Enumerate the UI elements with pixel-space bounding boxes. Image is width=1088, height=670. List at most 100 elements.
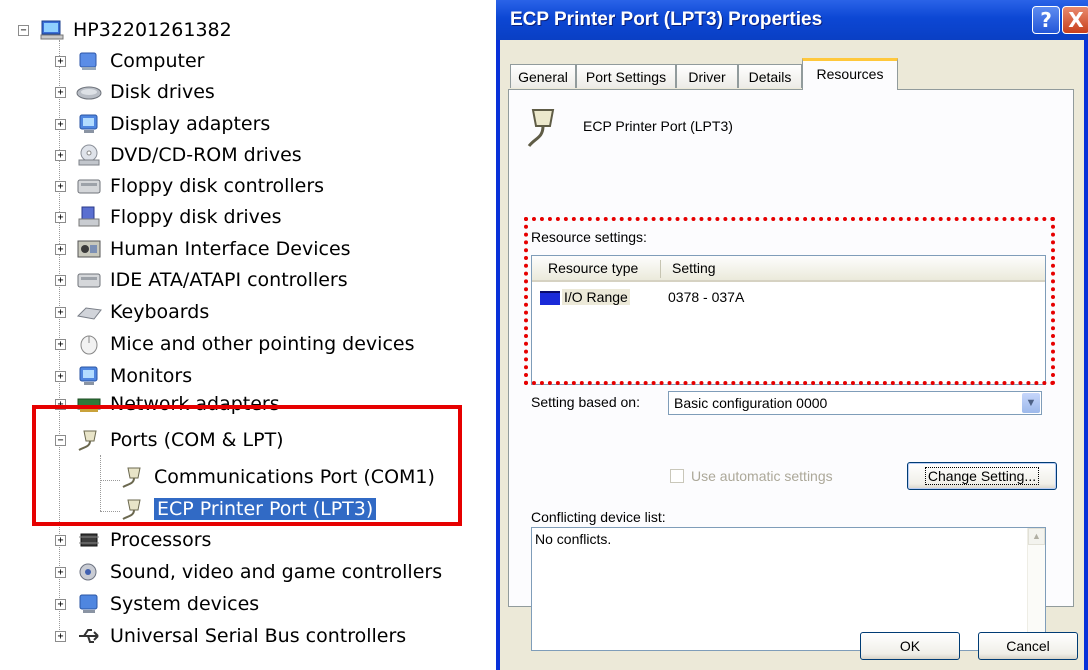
tab-details[interactable]: Details <box>738 64 802 88</box>
computer-root-icon <box>39 19 65 41</box>
hid-icon <box>76 238 102 260</box>
expand-icon[interactable]: + <box>55 55 66 67</box>
expand-icon[interactable]: + <box>55 398 66 410</box>
tree-item-label: Sound, video and game controllers <box>110 561 443 583</box>
tree-item-label: Monitors <box>110 365 193 387</box>
tree-item-disk-drives[interactable]: + Disk drives <box>55 78 215 106</box>
resource-setting-cell: 0378 - 037A <box>668 289 745 305</box>
expand-icon[interactable]: + <box>55 630 66 642</box>
setting-based-on-label: Setting based on: <box>531 394 640 410</box>
tree-item-floppy-drives[interactable]: + Floppy disk drives <box>55 203 282 231</box>
title-bar[interactable]: ECP Printer Port (LPT3) Properties ? X <box>496 0 1088 40</box>
scroll-up-icon[interactable]: ▲ <box>1028 528 1045 545</box>
ide-controller-icon <box>76 269 102 291</box>
tree-item-label: Computer <box>110 50 205 72</box>
tree-item-label: Floppy disk drives <box>110 206 282 228</box>
port-icon <box>120 466 146 488</box>
cdrom-icon <box>76 144 102 166</box>
tree-item-label: Communications Port (COM1) <box>154 466 435 488</box>
monitor-icon <box>76 365 102 387</box>
cancel-button[interactable]: Cancel <box>978 632 1078 660</box>
expand-icon[interactable]: + <box>55 180 66 192</box>
conflict-list[interactable]: No conflicts. ▲ ▼ <box>531 527 1046 651</box>
tree-item-ide-controllers[interactable]: + IDE ATA/ATAPI controllers <box>55 266 348 294</box>
tree-item-usb[interactable]: + Universal Serial Bus controllers <box>55 622 406 650</box>
expand-icon[interactable]: + <box>55 534 66 546</box>
tab-resources[interactable]: Resources <box>802 58 898 90</box>
use-automatic-label: Use automatic settings <box>691 468 833 484</box>
chevron-down-icon[interactable]: ▼ <box>1022 393 1040 413</box>
tree-item-mice[interactable]: + Mice and other pointing devices <box>55 330 414 358</box>
collapse-icon[interactable]: − <box>55 434 66 446</box>
tree-item-ports[interactable]: − Ports (COM & LPT) <box>55 426 284 454</box>
tree-root[interactable]: − HP32201261382 <box>18 16 232 44</box>
dialog-client: General Port Settings Driver Details Res… <box>500 40 1084 670</box>
processor-icon <box>76 529 102 551</box>
properties-dialog: ECP Printer Port (LPT3) Properties ? X G… <box>496 0 1088 670</box>
expand-icon[interactable]: + <box>55 306 66 318</box>
device-tree: − HP32201261382 + Computer + Disk drives… <box>0 0 490 670</box>
io-range-icon <box>540 291 560 305</box>
tab-port-settings[interactable]: Port Settings <box>576 64 676 88</box>
expand-icon[interactable]: + <box>55 274 66 286</box>
expand-icon[interactable]: + <box>55 598 66 610</box>
tree-item-label-selected: ECP Printer Port (LPT3) <box>154 498 377 520</box>
help-button[interactable]: ? <box>1032 6 1060 34</box>
setting-based-on-dropdown[interactable]: Basic configuration 0000 ▼ <box>668 391 1042 415</box>
column-divider[interactable] <box>660 260 661 278</box>
tree-item-floppy-controllers[interactable]: + Floppy disk controllers <box>55 172 324 200</box>
tree-item-dvd-cdrom[interactable]: + DVD/CD-ROM drives <box>55 141 302 169</box>
port-icon <box>120 498 146 520</box>
expand-icon[interactable]: + <box>55 370 66 382</box>
usb-icon <box>76 625 102 647</box>
tab-driver[interactable]: Driver <box>676 64 738 88</box>
column-header-resource-type[interactable]: Resource type <box>548 260 638 276</box>
resource-list-header: Resource type Setting <box>532 256 1045 282</box>
tree-item-lpt3[interactable]: ECP Printer Port (LPT3) <box>120 495 377 523</box>
dialog-title: ECP Printer Port (LPT3) Properties <box>510 9 823 30</box>
table-row[interactable]: I/O Range 0378 - 037A <box>532 286 1045 310</box>
conflicting-device-label: Conflicting device list: <box>531 509 666 525</box>
resource-list[interactable]: Resource type Setting I/O Range 0378 - 0… <box>531 255 1046 385</box>
ok-button[interactable]: OK <box>860 632 960 660</box>
tree-item-com1[interactable]: Communications Port (COM1) <box>120 463 435 491</box>
column-header-setting[interactable]: Setting <box>672 260 716 276</box>
expand-icon[interactable]: + <box>55 211 66 223</box>
sound-icon <box>76 561 102 583</box>
system-device-icon <box>76 593 102 615</box>
tree-item-system-devices[interactable]: + System devices <box>55 590 259 618</box>
close-button[interactable]: X <box>1062 6 1088 34</box>
collapse-icon[interactable]: − <box>18 24 29 36</box>
expand-icon[interactable]: + <box>55 338 66 350</box>
tree-item-network-adapters[interactable]: + Network adapters <box>55 394 280 414</box>
tree-item-sound[interactable]: + Sound, video and game controllers <box>55 558 442 586</box>
tree-item-processors[interactable]: + Processors <box>55 526 211 554</box>
floppy-icon <box>76 206 102 228</box>
expand-icon[interactable]: + <box>55 566 66 578</box>
device-name: ECP Printer Port (LPT3) <box>583 118 733 134</box>
tab-general[interactable]: General <box>510 64 576 88</box>
change-setting-label: Change Setting... <box>924 467 1040 485</box>
expand-icon[interactable]: + <box>55 118 66 130</box>
expand-icon[interactable]: + <box>55 149 66 161</box>
tree-item-hid[interactable]: + Human Interface Devices <box>55 235 351 263</box>
resource-type-cell: I/O Range <box>562 289 630 305</box>
tree-item-keyboards[interactable]: + Keyboards <box>55 298 209 326</box>
tree-item-monitors[interactable]: + Monitors <box>55 362 192 390</box>
change-setting-button[interactable]: Change Setting... <box>907 462 1057 490</box>
resources-panel: ECP Printer Port (LPT3) Resource setting… <box>508 89 1074 651</box>
tree-item-label: Universal Serial Bus controllers <box>110 625 407 647</box>
tree-item-label: Mice and other pointing devices <box>110 333 415 355</box>
tree-item-label: Network adapters <box>110 394 280 414</box>
expand-icon[interactable]: + <box>55 243 66 255</box>
tree-item-label: Ports (COM & LPT) <box>110 429 284 451</box>
expand-icon[interactable]: + <box>55 86 66 98</box>
use-automatic-checkbox[interactable] <box>670 469 684 483</box>
tree-item-label: Processors <box>110 529 212 551</box>
controller-icon <box>76 175 102 197</box>
tree-item-label: IDE ATA/ATAPI controllers <box>110 269 348 291</box>
tree-item-display-adapters[interactable]: + Display adapters <box>55 110 270 138</box>
conflicts-text: No conflicts. <box>535 531 612 547</box>
network-adapter-icon <box>76 394 102 414</box>
tree-item-computer[interactable]: + Computer <box>55 47 204 75</box>
